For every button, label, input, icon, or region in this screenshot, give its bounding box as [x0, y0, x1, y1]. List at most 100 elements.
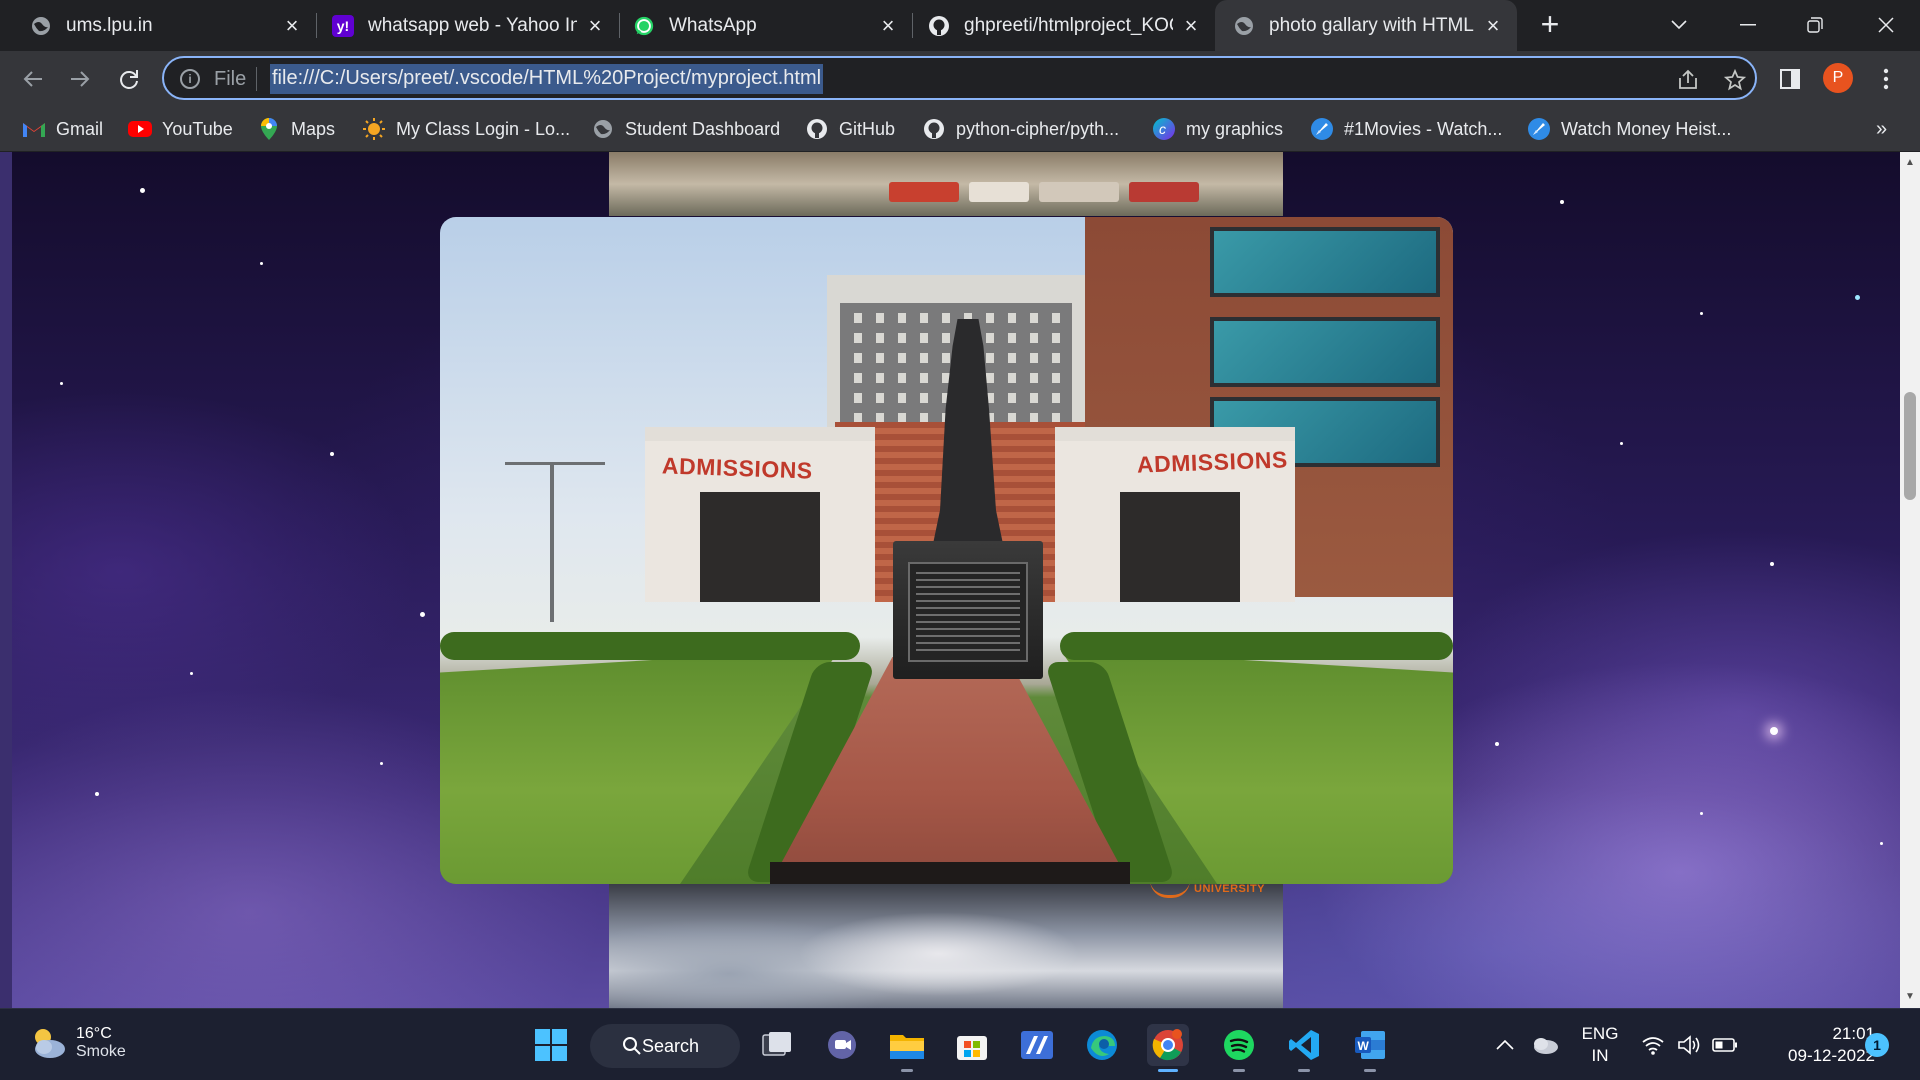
- star: [1855, 295, 1860, 300]
- close-window-button[interactable]: [1866, 8, 1906, 42]
- bookmark-label: Maps: [291, 118, 336, 139]
- tab-photo-gallery[interactable]: photo gallary with HTML ×: [1215, 0, 1517, 51]
- vscode-icon[interactable]: [1283, 1024, 1325, 1072]
- avatar[interactable]: P: [1823, 63, 1853, 93]
- star: [1620, 442, 1623, 445]
- wifi-icon[interactable]: [1638, 1024, 1668, 1066]
- tab-ums[interactable]: ums.lpu.in ×: [0, 0, 316, 51]
- close-icon[interactable]: ×: [878, 14, 898, 36]
- star: [1700, 812, 1703, 815]
- github-icon: [928, 15, 950, 37]
- page-left-edge: [0, 152, 12, 1008]
- gallery-image-next[interactable]: [609, 884, 1283, 1008]
- star: [1880, 842, 1883, 845]
- bookmarks-bar: Gmail YouTube Maps My Class Login - Lo..…: [0, 106, 1920, 152]
- running-indicator: [1298, 1069, 1310, 1072]
- running-indicator: [901, 1069, 913, 1072]
- scrollbar-thumb[interactable]: [1904, 392, 1916, 500]
- photo-hedge: [1060, 632, 1453, 660]
- vertical-scrollbar[interactable]: ▲ ▼: [1900, 152, 1920, 1008]
- bookmark-python-cipher[interactable]: python-cipher/pyth...: [922, 115, 1119, 143]
- photo-lamp-post: [550, 462, 554, 622]
- star: [1495, 742, 1499, 746]
- forward-button[interactable]: [63, 62, 97, 96]
- side-panel-icon[interactable]: [1773, 62, 1807, 96]
- chrome-icon[interactable]: [1147, 1024, 1189, 1072]
- spotify-icon[interactable]: [1218, 1024, 1260, 1072]
- bookmark-maps[interactable]: Maps: [257, 115, 335, 143]
- star: [140, 188, 145, 193]
- close-icon[interactable]: ×: [1483, 14, 1503, 36]
- start-button[interactable]: [530, 1024, 572, 1066]
- weather-widget[interactable]: 16°C Smoke: [28, 1023, 126, 1063]
- divider: [256, 67, 257, 91]
- gallery-image-previous[interactable]: [609, 152, 1283, 216]
- bookmark-star-icon[interactable]: [1722, 67, 1748, 93]
- bookmark-money-heist[interactable]: Watch Money Heist...: [1527, 115, 1731, 143]
- bookmark-label: python-cipher/pyth...: [956, 118, 1120, 139]
- microsoft-store-icon[interactable]: [951, 1024, 993, 1066]
- rocket-icon: [1527, 117, 1551, 141]
- close-icon[interactable]: ×: [585, 14, 605, 36]
- bookmark-my-class-login[interactable]: My Class Login - Lo...: [362, 115, 570, 143]
- logo-text: UNIVERSITY: [1194, 883, 1266, 895]
- back-button[interactable]: [16, 62, 50, 96]
- bookmark-youtube[interactable]: YouTube: [128, 115, 233, 143]
- word-icon[interactable]: W: [1349, 1024, 1391, 1072]
- running-indicator: [1364, 1069, 1376, 1072]
- tab-yahoo[interactable]: y! whatsapp web - Yahoo Ind ×: [316, 0, 619, 51]
- tab-search-button[interactable]: [1659, 8, 1699, 42]
- tab-title: photo gallary with HTML: [1269, 14, 1474, 36]
- edge-icon[interactable]: [1081, 1024, 1123, 1066]
- scroll-down-arrow-icon[interactable]: ▼: [1904, 991, 1916, 1003]
- share-icon[interactable]: [1675, 67, 1701, 93]
- bookmark-label: Student Dashboard: [625, 118, 781, 139]
- close-icon[interactable]: ×: [282, 14, 302, 36]
- menu-icon[interactable]: [1869, 62, 1903, 96]
- task-view-icon[interactable]: [756, 1024, 798, 1066]
- notification-badge[interactable]: 1: [1865, 1033, 1889, 1057]
- whatsapp-icon: [633, 15, 655, 37]
- chevron-up-icon[interactable]: [1490, 1024, 1520, 1066]
- teams-chat-icon[interactable]: [821, 1024, 863, 1066]
- close-icon[interactable]: ×: [1181, 14, 1201, 36]
- file-explorer-icon[interactable]: [886, 1024, 928, 1072]
- photo-hedge: [440, 632, 860, 660]
- info-icon[interactable]: i: [180, 69, 200, 89]
- yahoo-icon: y!: [332, 14, 354, 37]
- new-tab-button[interactable]: +: [1535, 8, 1565, 40]
- star: [420, 612, 425, 617]
- active-indicator: [1158, 1069, 1178, 1072]
- bookmarks-overflow-icon[interactable]: »: [1876, 118, 1887, 141]
- vehicle: [1039, 182, 1119, 202]
- rocket-icon: [1310, 117, 1334, 141]
- address-bar[interactable]: i File file:///C:/Users/preet/.vscode/HT…: [162, 56, 1757, 100]
- url-text[interactable]: file:///C:/Users/preet/.vscode/HTML%20Pr…: [270, 64, 824, 94]
- tab-title: whatsapp web - Yahoo Ind: [368, 14, 577, 36]
- svg-text:W: W: [1358, 1039, 1370, 1053]
- clock-time: 21:01: [1832, 1024, 1875, 1043]
- minimize-button[interactable]: [1728, 8, 1768, 42]
- language-indicator[interactable]: ENG IN: [1575, 1023, 1625, 1067]
- bookmark-gmail[interactable]: Gmail: [22, 115, 103, 143]
- star: [260, 262, 263, 265]
- tab-github[interactable]: ghpreeti/htmlproject_KOC ×: [912, 0, 1215, 51]
- app-icon[interactable]: [1016, 1024, 1058, 1066]
- globe-icon: [30, 15, 52, 37]
- clock-date: 09-12-2022: [1788, 1046, 1875, 1065]
- reload-button[interactable]: [112, 62, 146, 96]
- onedrive-icon[interactable]: [1527, 1024, 1563, 1066]
- gallery-main-photo[interactable]: ADMISSIONS ADMISSIONS: [440, 217, 1453, 884]
- tab-whatsapp[interactable]: WhatsApp ×: [619, 0, 912, 51]
- bookmark-github[interactable]: GitHub: [805, 115, 895, 143]
- restore-button[interactable]: [1795, 8, 1835, 42]
- volume-icon[interactable]: [1674, 1024, 1704, 1066]
- scroll-up-arrow-icon[interactable]: ▲: [1904, 157, 1916, 169]
- tab-title: WhatsApp: [669, 14, 757, 36]
- system-clock[interactable]: 21:01 09-12-2022: [1755, 1023, 1875, 1067]
- bookmark-my-graphics[interactable]: c my graphics: [1152, 115, 1283, 143]
- bookmark-student-dashboard[interactable]: Student Dashboard: [591, 115, 780, 143]
- battery-icon[interactable]: [1710, 1024, 1740, 1066]
- taskbar-search[interactable]: Search: [590, 1024, 740, 1068]
- bookmark-1movies[interactable]: #1Movies - Watch...: [1310, 115, 1502, 143]
